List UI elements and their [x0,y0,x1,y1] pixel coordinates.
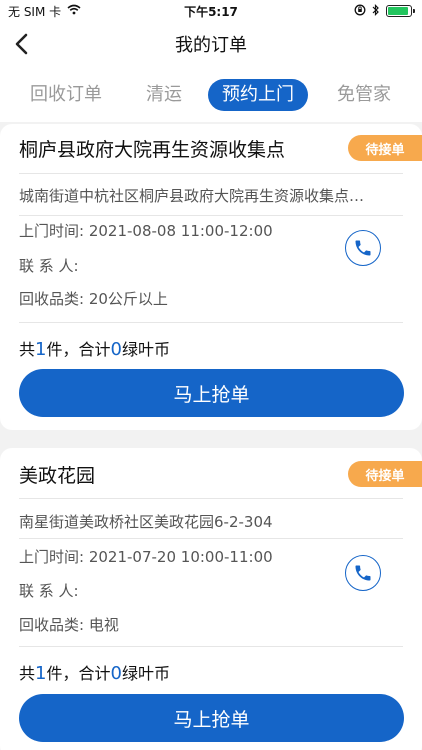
total-mid: 件，合计 [46,340,111,359]
status-badge: 待接单 [348,135,422,161]
category-value: 电视 [88,616,119,634]
grab-order-button[interactable]: 马上抢单 [19,369,404,417]
grab-order-button[interactable]: 马上抢单 [19,694,404,742]
chevron-left-icon [15,33,28,55]
phone-icon [355,565,371,581]
contact-label: 联 系 人: [19,582,79,600]
tab-housekeeper-free[interactable]: 免管家 [333,79,395,111]
divider [19,646,403,647]
total-prefix: 共 [19,664,36,683]
coin-amount: 0 [110,663,122,684]
item-count: 1 [35,339,47,360]
carrier-label: 无 SIM 卡 [8,4,62,19]
tab-recycle-orders[interactable]: 回收订单 [26,79,106,111]
category-row: 回收品类: 20公斤以上 [19,288,168,309]
contact-label: 联 系 人: [19,257,79,275]
status-bar: 无 SIM 卡 下午5:17 [0,0,422,22]
order-tabs: 回收订单 清运 预约上门 免管家 [0,66,422,122]
visit-time-row: 上门时间: 2021-07-20 10:00-11:00 [19,546,273,567]
wifi-icon [67,4,81,18]
category-value: 20公斤以上 [88,290,168,308]
battery-icon [386,5,415,17]
order-total: 共1件，合计0绿叶币 [19,660,170,684]
coin-amount: 0 [110,339,122,360]
collection-point-name: 美政花园 [19,465,96,487]
order-total: 共1件，合计0绿叶币 [19,336,170,360]
back-button[interactable] [8,30,36,58]
total-prefix: 共 [19,340,36,359]
nav-bar: 我的订单 [0,22,422,66]
divider [19,215,403,216]
visit-time-row: 上门时间: 2021-08-08 11:00-12:00 [19,220,273,241]
tab-clearance[interactable]: 清运 [142,79,186,111]
rotation-lock-icon [354,4,366,19]
total-mid: 件，合计 [46,664,111,683]
order-card: 美政花园 待接单 南星街道美政桥社区美政花园6-2-304 上门时间: 2021… [0,448,422,750]
tab-scheduled-pickup[interactable]: 预约上门 [208,79,308,111]
contact-row: 联 系 人: [19,580,79,601]
divider [19,498,403,499]
total-suffix: 绿叶币 [121,340,170,359]
total-suffix: 绿叶币 [121,664,170,683]
item-count: 1 [35,663,47,684]
bluetooth-icon [372,3,380,19]
divider [19,322,403,323]
visit-time-value: 2021-08-08 11:00-12:00 [88,222,273,240]
address-text: 城南街道中杭社区桐庐县政府大院再生资源收集点… [19,187,365,205]
battery-fill [388,7,408,15]
category-label: 回收品类: [19,616,85,634]
visit-time-label: 上门时间: [19,222,85,240]
divider [19,173,403,174]
status-left: 无 SIM 卡 [8,3,81,20]
collection-point-name: 桐庐县政府大院再生资源收集点 [19,139,286,161]
visit-time-value: 2021-07-20 10:00-11:00 [88,548,273,566]
category-label: 回收品类: [19,290,85,308]
page-title: 我的订单 [175,35,247,56]
call-button[interactable] [345,230,381,266]
address-text: 南星街道美政桥社区美政花园6-2-304 [19,513,273,531]
category-row: 回收品类: 电视 [19,614,119,635]
phone-icon [355,240,371,256]
status-badge: 待接单 [348,461,422,487]
contact-row: 联 系 人: [19,255,79,276]
divider [19,538,403,539]
order-card: 桐庐县政府大院再生资源收集点 待接单 城南街道中杭社区桐庐县政府大院再生资源收集… [0,124,422,430]
status-right [354,3,415,19]
visit-time-label: 上门时间: [19,548,85,566]
call-button[interactable] [345,555,381,591]
